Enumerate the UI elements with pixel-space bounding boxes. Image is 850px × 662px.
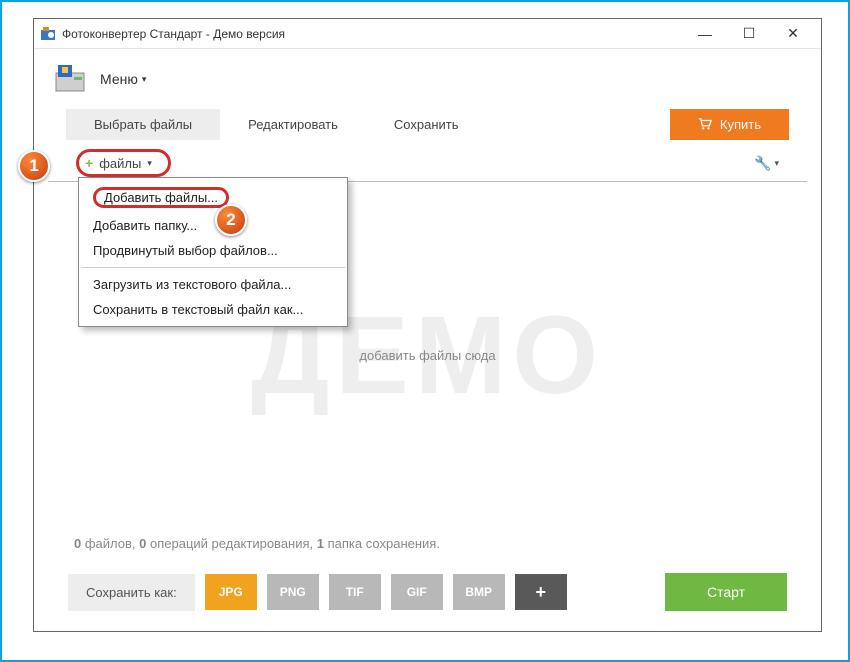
menu-add-folder[interactable]: Добавить папку... [79,213,347,238]
app-window: Фотоконвертер Стандарт - Демо версия — ☐… [33,18,822,632]
tab-edit[interactable]: Редактировать [220,109,366,140]
start-button[interactable]: Старт [665,573,787,611]
tabs-row: Выбрать файлы Редактировать Сохранить Ку… [34,105,821,143]
close-button[interactable]: ✕ [771,20,815,48]
tab-save[interactable]: Сохранить [366,109,487,140]
chevron-down-icon: ▾ [147,158,152,169]
tab-select-files[interactable]: Выбрать файлы [66,109,220,140]
buy-label: Купить [720,117,761,132]
save-count: 1 [317,536,324,551]
chevron-down-icon: ▾ [774,158,779,169]
files-dropdown-button[interactable]: + файлы ▾ [76,149,171,177]
plus-icon: + [85,155,93,171]
status-bar: 0 файлов, 0 операций редактирования, 1 п… [34,528,821,559]
buy-button[interactable]: Купить [670,109,789,140]
callout-1: 1 [18,150,50,182]
menu-label-text: Меню [100,71,138,87]
format-jpg-button[interactable]: JPG [205,574,257,610]
menu-load-from-txt[interactable]: Загрузить из текстового файла... [79,272,347,297]
menu-button[interactable]: Меню ▾ [100,71,146,87]
menu-add-files[interactable]: Добавить файлы... [79,182,347,213]
wrench-icon: 🔧 [754,155,771,172]
window-title: Фотоконвертер Стандарт - Демо версия [62,27,683,41]
sub-toolbar: + файлы ▾ 🔧 ▾ Добавить файлы... Добавить… [48,143,807,182]
menu-separator [81,267,345,268]
files-dropdown-menu: Добавить файлы... Добавить папку... Прод… [78,177,348,327]
save-word: папка сохранения. [328,536,440,551]
menu-save-to-txt[interactable]: Сохранить в текстовый файл как... [79,297,347,322]
menu-bar: Меню ▾ [34,49,821,105]
callout-2: 2 [215,204,247,236]
minimize-button[interactable]: — [683,20,727,48]
drop-hint-text: добавить файлы сюда [359,348,495,363]
chevron-down-icon: ▾ [142,74,147,85]
save-as-label: Сохранить как: [68,574,195,611]
ops-word: операций редактирования, [150,536,313,551]
window-controls: — ☐ ✕ [683,20,815,48]
format-tif-button[interactable]: TIF [329,574,381,610]
app-icon [40,26,56,42]
files-count: 0 [74,536,81,551]
titlebar: Фотоконвертер Стандарт - Демо версия — ☐… [34,19,821,49]
tools-button[interactable]: 🔧 ▾ [754,155,779,172]
format-png-button[interactable]: PNG [267,574,319,610]
cart-icon [698,117,712,131]
format-add-button[interactable]: + [515,574,567,610]
format-gif-button[interactable]: GIF [391,574,443,610]
app-logo-icon [54,63,86,95]
ops-count: 0 [139,536,146,551]
menu-add-files-highlight: Добавить файлы... [93,187,229,208]
files-button-label: файлы [99,156,141,171]
format-bmp-button[interactable]: BMP [453,574,505,610]
menu-advanced-select[interactable]: Продвинутый выбор файлов... [79,238,347,263]
bottom-bar: Сохранить как: JPG PNG TIF GIF BMP + Ста… [34,559,821,631]
files-word: файлов, [85,536,136,551]
maximize-button[interactable]: ☐ [727,20,771,48]
